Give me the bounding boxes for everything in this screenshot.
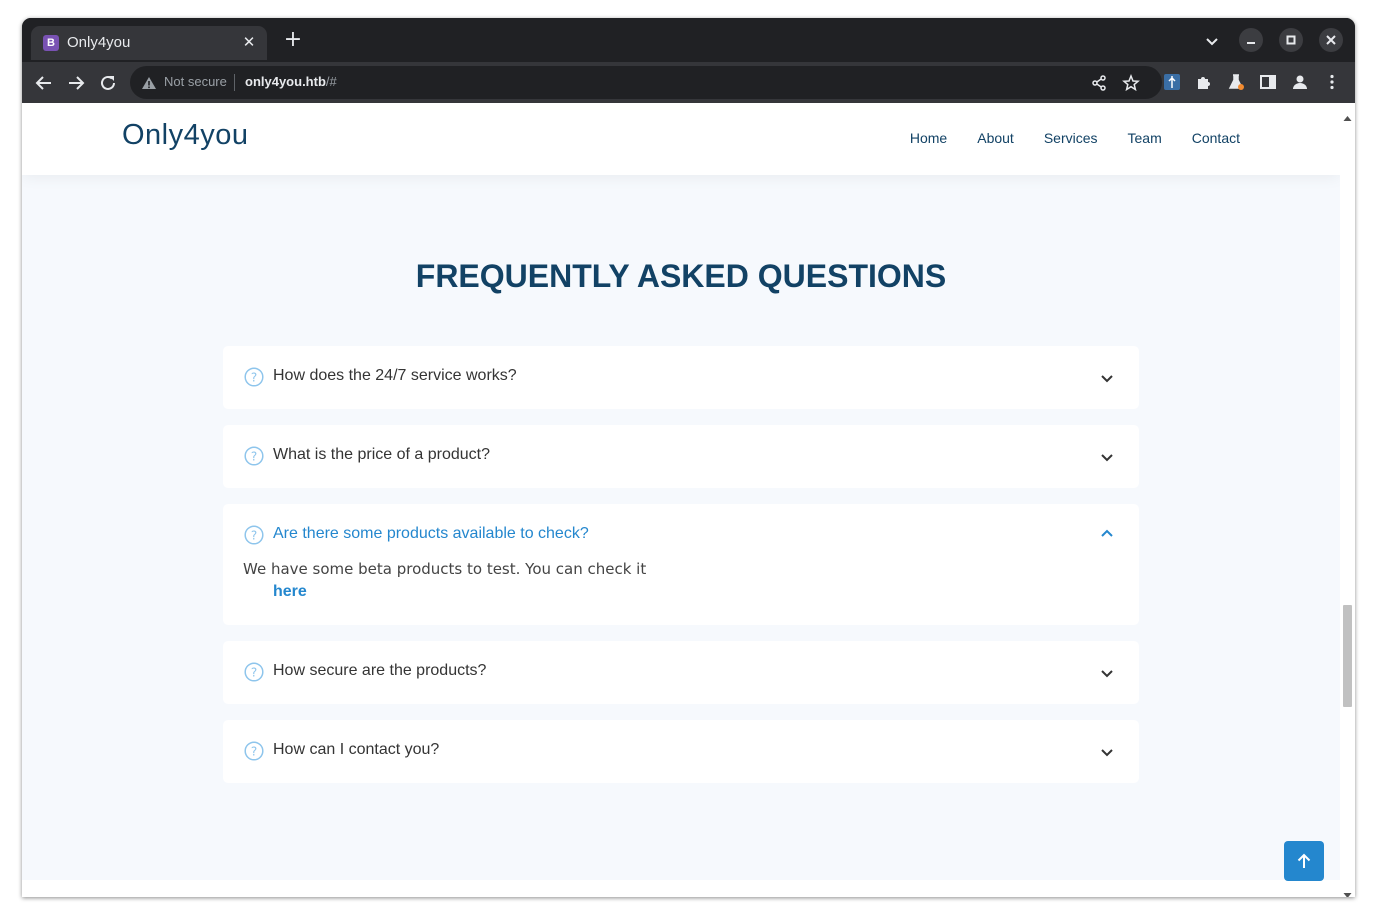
faq-question[interactable]: What is the price of a product? xyxy=(273,446,490,464)
omnibox-divider xyxy=(234,74,235,91)
question-circle-icon: ? xyxy=(244,741,264,761)
url-path: /# xyxy=(325,74,337,89)
forward-arrow-icon[interactable] xyxy=(64,71,88,95)
nav-team[interactable]: Team xyxy=(1128,130,1162,146)
arrow-up-icon xyxy=(1297,853,1311,868)
svg-text:?: ? xyxy=(251,528,257,542)
faq-question[interactable]: How secure are the products? xyxy=(273,662,486,680)
chevron-down-icon[interactable] xyxy=(1099,665,1115,681)
bookmark-star-icon[interactable] xyxy=(1122,73,1140,92)
faq-title: FREQUENTLY ASKED QUESTIONS xyxy=(415,258,947,294)
svg-text:?: ? xyxy=(251,744,257,758)
back-arrow-icon[interactable] xyxy=(32,71,56,95)
labs-flask-icon[interactable] xyxy=(1227,73,1245,91)
svg-text:?: ? xyxy=(251,449,257,463)
scroll-down-arrow-icon[interactable] xyxy=(1343,885,1352,897)
nav-contact[interactable]: Contact xyxy=(1192,130,1240,146)
side-panel-icon[interactable] xyxy=(1259,73,1277,91)
chevron-up-icon[interactable] xyxy=(1099,526,1115,542)
browser-toolbar: Not secure only4you.htb/# xyxy=(22,62,1355,103)
tab-search-chevron-icon[interactable] xyxy=(1202,31,1222,51)
tab-title: Only4you xyxy=(67,34,131,51)
puzzle-extensions-icon[interactable] xyxy=(1195,73,1213,91)
chevron-down-icon[interactable] xyxy=(1099,370,1115,386)
question-circle-icon: ? xyxy=(244,525,264,545)
faq-item[interactable]: ? How secure are the products? xyxy=(223,641,1139,704)
faq-item-expanded[interactable]: ? Are there some products available to c… xyxy=(223,504,1139,625)
faq-item[interactable]: ? What is the price of a product? xyxy=(223,425,1139,488)
question-circle-icon: ? xyxy=(244,446,264,466)
faq-question[interactable]: Are there some products available to che… xyxy=(273,525,589,543)
faq-question[interactable]: How does the 24/7 service works? xyxy=(273,367,517,385)
question-circle-icon: ? xyxy=(244,662,264,682)
extension-icon[interactable] xyxy=(1163,73,1181,91)
url-host: only4you.htb xyxy=(245,74,326,89)
close-window-button[interactable] xyxy=(1319,28,1343,52)
tab-strip: B Only4you ✕ + xyxy=(22,18,1355,62)
svg-text:?: ? xyxy=(251,665,257,679)
faq-answer: We have some beta products to test. You … xyxy=(243,560,647,578)
address-bar[interactable]: Not secure only4you.htb/# xyxy=(130,66,1162,99)
warning-triangle-icon[interactable] xyxy=(141,75,157,95)
back-to-top-button[interactable] xyxy=(1284,841,1324,881)
browser-tab[interactable]: B Only4you ✕ xyxy=(31,26,267,60)
bootstrap-favicon-icon: B xyxy=(43,35,59,51)
menu-kebab-icon[interactable] xyxy=(1323,73,1341,91)
page-footer-edge xyxy=(22,880,1340,897)
main-nav: Home About Services Team Contact xyxy=(910,130,1240,146)
site-header: Only4you Home About Services Team Contac… xyxy=(22,103,1340,175)
security-status: Not secure xyxy=(164,74,227,89)
maximize-button[interactable] xyxy=(1279,28,1303,52)
nav-services[interactable]: Services xyxy=(1044,130,1098,146)
faq-item[interactable]: ? How can I contact you? xyxy=(223,720,1139,783)
browser-window: B Only4you ✕ + Not secure only4you.htb/#… xyxy=(22,18,1355,897)
reload-icon[interactable] xyxy=(96,71,120,95)
chevron-down-icon[interactable] xyxy=(1099,744,1115,760)
close-tab-icon[interactable]: ✕ xyxy=(239,32,259,52)
profile-icon[interactable] xyxy=(1291,73,1309,91)
svg-text:?: ? xyxy=(251,370,257,384)
faq-answer-link[interactable]: here xyxy=(273,583,307,601)
scrollbar-thumb[interactable] xyxy=(1343,605,1352,707)
faq-item[interactable]: ? How does the 24/7 service works? xyxy=(223,346,1139,409)
scroll-up-arrow-icon[interactable] xyxy=(1343,107,1352,126)
question-circle-icon: ? xyxy=(244,367,264,387)
chevron-down-icon[interactable] xyxy=(1099,449,1115,465)
new-tab-button[interactable]: + xyxy=(282,29,304,51)
minimize-button[interactable] xyxy=(1239,28,1263,52)
faq-question[interactable]: How can I contact you? xyxy=(273,741,439,759)
nav-about[interactable]: About xyxy=(977,130,1014,146)
url-text: only4you.htb/# xyxy=(245,74,337,89)
nav-home[interactable]: Home xyxy=(910,130,947,146)
page-viewport: Only4you Home About Services Team Contac… xyxy=(22,103,1355,897)
site-logo[interactable]: Only4you xyxy=(122,119,249,152)
vertical-scrollbar[interactable] xyxy=(1340,103,1355,897)
share-icon[interactable] xyxy=(1090,74,1108,92)
